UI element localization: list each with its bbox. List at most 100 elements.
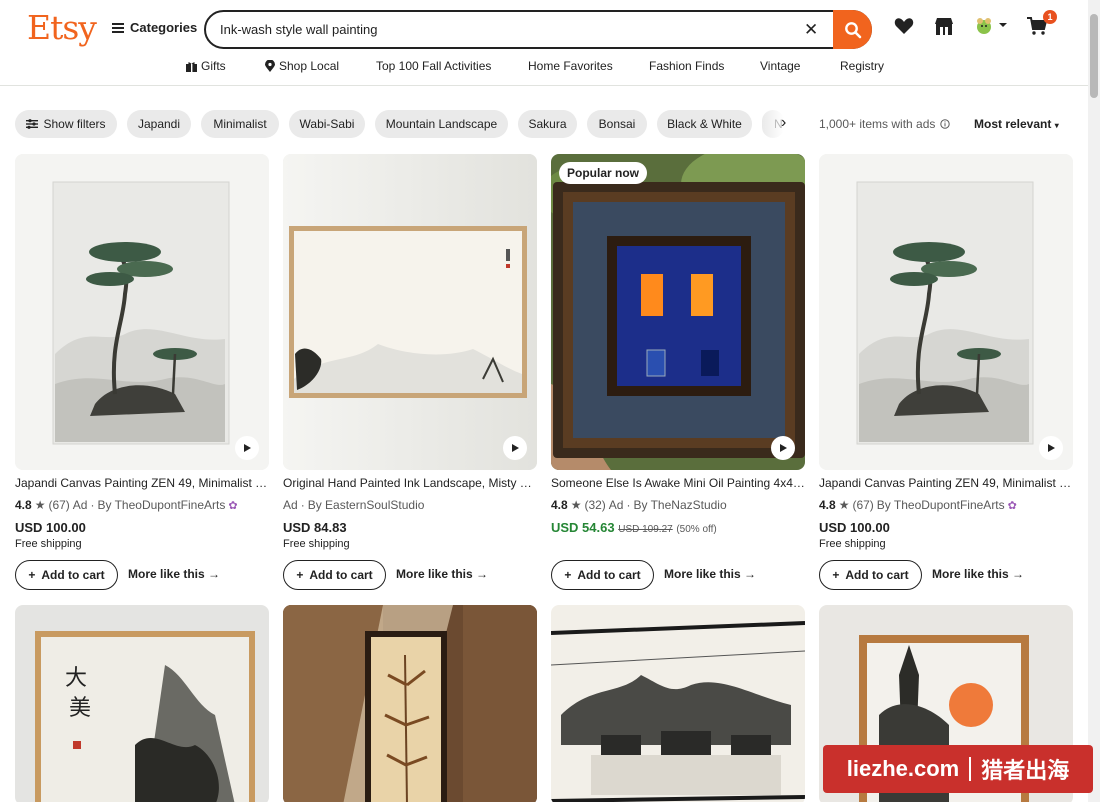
more-like-this-link[interactable]: More like this → (128, 567, 220, 581)
more-like-this-link[interactable]: More like this → (396, 567, 488, 581)
account-menu[interactable] (973, 14, 1007, 36)
more-like-this-link[interactable]: More like this → (664, 567, 756, 581)
plus-icon: + (28, 568, 36, 582)
nav-label: Fashion Finds (649, 59, 725, 73)
listing-image[interactable] (283, 154, 537, 470)
chip-mountain-landscape[interactable]: Mountain Landscape (375, 110, 508, 138)
nav-item-registry[interactable]: Registry (840, 59, 884, 73)
listing-image[interactable]: Popular now (551, 154, 805, 470)
listing-image[interactable] (15, 154, 269, 470)
shop-name[interactable]: By TheNazStudio (633, 498, 726, 512)
etsy-logo[interactable]: Etsy (27, 8, 97, 47)
nav-item-vintage[interactable]: Vintage (760, 59, 800, 73)
rating-value: 4.8 (819, 498, 836, 512)
chip-black-white[interactable]: Black & White (657, 110, 752, 138)
categories-label: Categories (130, 20, 198, 35)
star-seller-icon: ✿ (1007, 499, 1017, 512)
play-icon (244, 444, 251, 452)
cart-count-badge: 1 (1043, 10, 1057, 24)
sale-price: USD 54.63 (551, 520, 615, 535)
nav-item-gifts[interactable]: Gifts (186, 59, 226, 73)
nav-item-fashion-finds[interactable]: Fashion Finds (649, 59, 724, 73)
chevron-down-icon (999, 23, 1007, 27)
play-video-button[interactable] (1039, 436, 1063, 460)
listing-title[interactable]: Original Hand Painted Ink Landscape, Mis… (283, 476, 537, 490)
chip-label: Mountain Landscape (385, 117, 498, 131)
nav-label: Registry (840, 59, 885, 73)
more-like-this-label: More like this (128, 567, 205, 581)
heart-icon[interactable] (894, 17, 914, 35)
scrollbar-thumb[interactable] (1090, 14, 1098, 98)
ad-label: Ad (608, 498, 624, 512)
add-to-cart-button[interactable]: + Add to cart (283, 560, 386, 590)
avatar-icon (977, 18, 991, 34)
watermark-divider (969, 757, 972, 781)
chevron-down-icon: ▾ (1054, 121, 1059, 130)
nav-item-top-100[interactable]: Top 100 Fall Activities (376, 59, 491, 73)
chip-sakura[interactable]: Sakura (518, 110, 577, 138)
search-button[interactable] (833, 10, 872, 49)
shipping-label: Free shipping (283, 538, 350, 550)
search-input[interactable]: Ink-wash style wall painting (220, 22, 378, 37)
show-filters-button[interactable]: Show filters (15, 110, 117, 138)
gift-icon (186, 60, 197, 72)
listing-title[interactable]: Someone Else Is Awake Mini Oil Painting … (551, 476, 805, 490)
more-like-this-link[interactable]: More like this → (932, 567, 1024, 581)
ad-label: Ad (72, 498, 88, 512)
arrow-right-icon: → (744, 567, 757, 581)
more-like-this-label: More like this (932, 567, 1009, 581)
menu-icon (112, 22, 124, 33)
review-count: (67) (48, 498, 70, 512)
ad-label: Ad (283, 498, 298, 512)
listing-image[interactable] (283, 605, 537, 802)
chip-label: Japandi (137, 117, 181, 131)
sort-dropdown[interactable]: Most relevant ▾ (974, 117, 1059, 131)
nav-item-home-favorites[interactable]: Home Favorites (528, 59, 613, 73)
nav-item-shop-local[interactable]: Shop Local (265, 59, 339, 73)
chip-bonsai[interactable]: Bonsai (587, 110, 647, 138)
shop-icon[interactable] (934, 17, 954, 35)
play-video-button[interactable] (771, 436, 795, 460)
listing-image[interactable]: 大 美 (15, 605, 269, 802)
watermark-banner: liezhe.com 猎者出海 (823, 745, 1093, 793)
location-pin-icon (265, 60, 275, 72)
search-bar: Ink-wash style wall painting ✕ (204, 10, 872, 49)
shop-name[interactable]: By EasternSoulStudio (308, 498, 425, 512)
play-video-button[interactable] (503, 436, 527, 460)
chip-minimalist[interactable]: Minimalist (201, 110, 279, 138)
original-price: USD 109.27 (618, 524, 673, 535)
review-count: (67) (852, 498, 874, 512)
chip-label: Bonsai (598, 117, 636, 131)
listing-title[interactable]: Japandi Canvas Painting ZEN 49, Minimali… (819, 476, 1073, 490)
page-scrollbar[interactable] (1088, 0, 1100, 802)
chip-wabi-sabi[interactable]: Wabi-Sabi (289, 110, 365, 138)
categories-button[interactable]: Categories (112, 20, 197, 35)
chip-label: Black & White (667, 117, 742, 131)
info-icon[interactable] (940, 119, 951, 129)
filter-icon (26, 119, 39, 129)
listing-image[interactable] (819, 154, 1073, 470)
svg-text:大: 大 (65, 666, 87, 691)
shop-name[interactable]: By TheoDupontFineArts (877, 498, 1005, 512)
shipping-label: Free shipping (15, 538, 82, 550)
add-to-cart-button[interactable]: + Add to cart (15, 560, 118, 590)
play-video-button[interactable] (235, 436, 259, 460)
listing-image[interactable] (551, 605, 805, 802)
watermark-text: 猎者出海 (981, 758, 1070, 783)
shipping-label: Free shipping (819, 538, 886, 550)
chip-japandi[interactable]: Japandi (127, 110, 191, 138)
add-to-cart-label: Add to cart (845, 568, 909, 582)
listing-title[interactable]: Japandi Canvas Painting ZEN 49, Minimali… (15, 476, 269, 490)
clear-icon[interactable]: ✕ (804, 20, 818, 40)
review-count: (32) (584, 498, 606, 512)
add-to-cart-button[interactable]: + Add to cart (819, 560, 922, 590)
plus-icon: + (832, 568, 840, 582)
star-seller-icon: ✿ (228, 499, 238, 512)
listing-price: USD 54.63 USD 109.27 (50% off) (551, 520, 717, 535)
shop-name[interactable]: By TheoDupontFineArts (97, 498, 225, 512)
chip-label: Wabi-Sabi (299, 117, 355, 131)
chevron-right-icon[interactable]: › (781, 114, 786, 132)
add-to-cart-button[interactable]: + Add to cart (551, 560, 654, 590)
popular-now-badge: Popular now (559, 162, 647, 184)
arrow-right-icon: → (208, 567, 221, 581)
